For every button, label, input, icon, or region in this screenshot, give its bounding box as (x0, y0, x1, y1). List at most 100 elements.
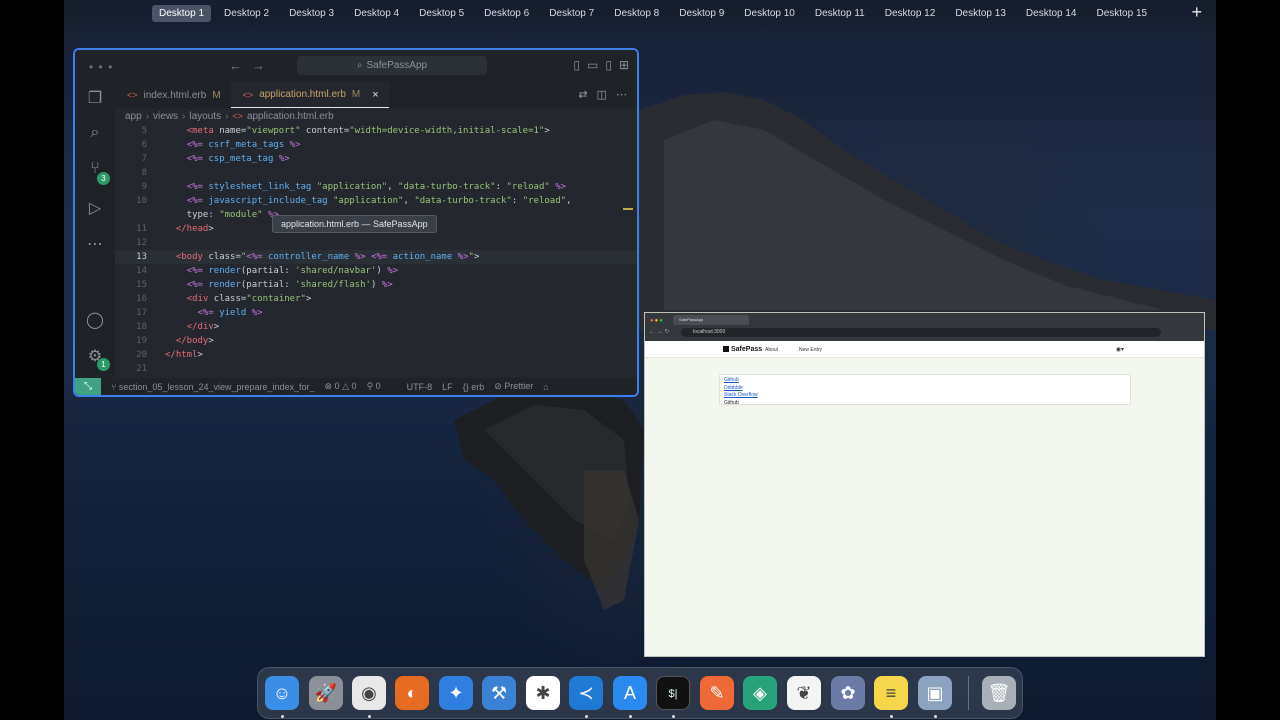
git-branch[interactable]: ⑂ section_05_lesson_24_view_prepare_inde… (111, 382, 315, 392)
terminal-icon[interactable]: $| (656, 676, 690, 710)
entry-link-stack-overflow[interactable]: Stack Overflow (724, 392, 1126, 400)
desktop-space-12[interactable]: Desktop 12 (878, 5, 943, 22)
desktop-space-11[interactable]: Desktop 11 (808, 5, 872, 22)
window-controls-icon[interactable]: • • • (89, 60, 113, 74)
vscode-icon[interactable]: ≺ (569, 676, 603, 710)
breadcrumb-views[interactable]: views (153, 111, 178, 122)
desktop-space-13[interactable]: Desktop 13 (948, 5, 1013, 22)
nav-new-entry-link[interactable]: New Entry (799, 347, 822, 353)
code-line[interactable]: 17 <%= yield %> (115, 306, 637, 320)
code-line[interactable]: 6 <%= csrf_meta_tags %> (115, 138, 637, 152)
run-debug-icon[interactable]: ▷ (84, 198, 106, 220)
photos-icon[interactable]: ✿ (831, 676, 865, 710)
code-line[interactable]: 8 (115, 166, 637, 180)
split-editor-icon[interactable]: ◫ (597, 89, 607, 101)
entry-link-dribbble[interactable]: Dribbble (724, 385, 1126, 393)
window-controls-icon[interactable]: ●●● (650, 318, 664, 324)
desktop-space-3[interactable]: Desktop 3 (282, 5, 341, 22)
branch-icon: ⑂ (111, 381, 119, 392)
code-line[interactable]: 16 <div class="container"> (115, 292, 637, 306)
code-line[interactable]: 10 <%= javascript_include_tag "applicati… (115, 194, 637, 208)
breadcrumb-app[interactable]: app (125, 111, 142, 122)
desktop-space-4[interactable]: Desktop 4 (347, 5, 406, 22)
appstore-icon[interactable]: A (613, 676, 647, 710)
code-line[interactable]: 20 </html> (115, 348, 637, 362)
code-line[interactable]: 7 <%= csp_meta_tag %> (115, 152, 637, 166)
browser-tab[interactable]: SafePassApp (673, 315, 749, 325)
launchpad-icon[interactable]: 🚀 (309, 676, 343, 710)
prettier-indicator[interactable]: ⊘ Prettier (494, 381, 533, 392)
search-icon[interactable]: ⌕ (84, 124, 106, 146)
desktop-space-10[interactable]: Desktop 10 (737, 5, 802, 22)
close-tab-icon[interactable]: × (372, 89, 378, 101)
browser-nav-icons[interactable]: ← → ↻ (649, 328, 669, 335)
code-line[interactable]: 9 <%= stylesheet_link_tag "application",… (115, 180, 637, 194)
code-line[interactable]: 15 <%= render(partial: 'shared/flash') %… (115, 278, 637, 292)
notes-icon[interactable]: ≡ (874, 676, 908, 710)
gitkraken-icon[interactable]: ◈ (743, 676, 777, 710)
breadcrumb-file[interactable]: application.html.erb (247, 111, 334, 122)
safari-icon[interactable]: ✦ (439, 676, 473, 710)
code-line[interactable]: 5 <meta name="viewport" content="width=d… (115, 124, 637, 138)
trash-icon[interactable]: 🗑 (982, 676, 1016, 710)
desktop-space-15[interactable]: Desktop 15 (1090, 5, 1155, 22)
code-line[interactable]: 18 </div> (115, 320, 637, 334)
remote-indicator-icon[interactable]: ⤡ (75, 378, 101, 395)
desktop-space-9[interactable]: Desktop 9 (672, 5, 731, 22)
entry-link-github[interactable]: Github (724, 377, 1126, 385)
chrome-icon[interactable]: ◉ (352, 676, 386, 710)
notifications-icon[interactable]: ⌂ (543, 382, 548, 392)
code-editor[interactable]: 5 <meta name="viewport" content="width=d… (115, 124, 637, 380)
desktop-space-8[interactable]: Desktop 8 (607, 5, 666, 22)
nav-about-link[interactable]: About (765, 347, 778, 353)
vscode-window[interactable]: • • • ← → ⌕ SafePassApp ▯ ▭ ▯ ⊞ ❐ ⌕ ⑂ 3 ▷ ⋯ ◯… (73, 48, 639, 397)
address-bar[interactable]: localhost:3000 (681, 328, 1161, 337)
preview-icon[interactable]: ▣ (918, 676, 952, 710)
command-center-search[interactable]: ⌕ SafePassApp (297, 56, 487, 75)
toggle-secondary-sidebar-icon[interactable]: ▯ (605, 58, 612, 72)
explorer-icon[interactable]: ❐ (84, 88, 106, 110)
postman-icon[interactable]: ✎ (700, 676, 734, 710)
toggle-panel-icon[interactable]: ▭ (587, 58, 598, 72)
finder-icon[interactable]: ☺ (265, 676, 299, 710)
xcode-icon[interactable]: ⚒ (482, 676, 516, 710)
tab-application-html-erb[interactable]: <> application.html.erb M × (230, 82, 389, 108)
code-line[interactable]: 12 (115, 236, 637, 250)
tab-index-html-erb[interactable]: <> index.html.erb M (115, 82, 231, 108)
code-line[interactable]: 19 </body> (115, 334, 637, 348)
desktop-space-1[interactable]: Desktop 1 (152, 4, 212, 22)
mongodb-icon[interactable]: ❦ (787, 676, 821, 710)
slack-icon[interactable]: ✱ (526, 676, 560, 710)
problems-indicator[interactable]: ⊗ 0 △ 0 (325, 381, 357, 392)
desktop-space-7[interactable]: Desktop 7 (542, 5, 601, 22)
customize-layout-icon[interactable]: ⊞ (619, 58, 629, 72)
code-line[interactable]: 13 <body class="<%= controller_name %> <… (115, 250, 637, 264)
more-actions-icon[interactable]: ⋯ (616, 89, 627, 101)
desktop-space-5[interactable]: Desktop 5 (412, 5, 471, 22)
desktop-space-2[interactable]: Desktop 2 (217, 5, 276, 22)
breadcrumb-layouts[interactable]: layouts (189, 111, 221, 122)
code-line[interactable]: 21 (115, 362, 637, 376)
toggle-sidebar-icon[interactable]: ▯ (573, 58, 580, 72)
firefox-icon[interactable]: ◐ (395, 676, 429, 710)
add-desktop-button[interactable]: + (1191, 3, 1202, 21)
language-indicator[interactable]: {} erb (463, 382, 485, 392)
desktop-space-6[interactable]: Desktop 6 (477, 5, 536, 22)
browser-window[interactable]: ●●● SafePassApp ← → ↻ localhost:3000 Saf… (644, 312, 1205, 657)
source-control-icon[interactable]: ⑂ 3 (84, 160, 110, 185)
encoding-indicator[interactable]: UTF-8 (407, 382, 433, 392)
account-icon[interactable]: ◯ (84, 310, 106, 332)
tab-actions: ⇄ ◫ ⋯ (569, 88, 627, 101)
desktop-space-14[interactable]: Desktop 14 (1019, 5, 1084, 22)
ports-indicator[interactable]: ⚲ 0 (367, 381, 381, 392)
code-line[interactable]: 14 <%= render(partial: 'shared/navbar') … (115, 264, 637, 278)
compare-changes-icon[interactable]: ⇄ (578, 89, 587, 101)
eol-indicator[interactable]: LF (442, 382, 453, 392)
more-icon[interactable]: ⋯ (84, 234, 106, 256)
brand-logo[interactable]: SafePass (723, 346, 762, 353)
forward-arrow-icon[interactable]: → (252, 58, 265, 73)
settings-gear-icon[interactable]: ⚙ 1 (84, 346, 110, 371)
user-menu-icon[interactable]: ◉▾ (1116, 346, 1124, 353)
back-arrow-icon[interactable]: ← (229, 58, 242, 73)
line-number: 6 (141, 140, 147, 150)
